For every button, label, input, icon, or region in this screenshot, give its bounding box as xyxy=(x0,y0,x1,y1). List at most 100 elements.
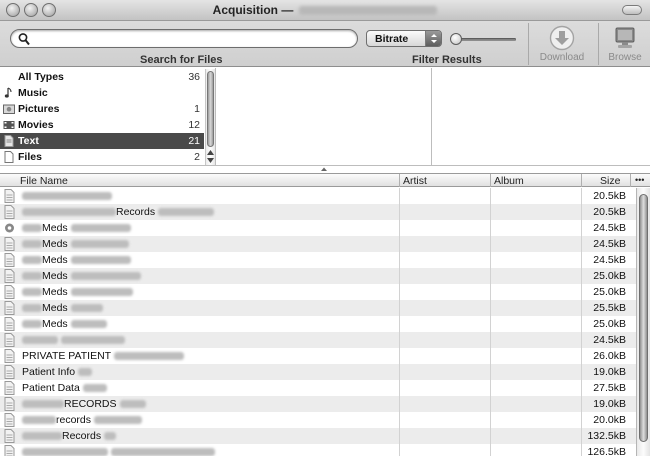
cell-divider xyxy=(490,380,491,396)
cell-divider xyxy=(581,220,582,236)
table-row[interactable]: Meds 25.0kB xyxy=(0,284,636,300)
table-row[interactable]: Patient Info 19.0kB xyxy=(0,364,636,380)
file-name-prefix: Patient Info xyxy=(22,366,76,378)
table-row[interactable]: Meds 24.5kB xyxy=(0,236,636,252)
type-row-files[interactable]: Files 2 xyxy=(0,149,204,165)
search-input[interactable] xyxy=(35,32,345,45)
table-row[interactable]: Meds 25.0kB xyxy=(0,268,636,284)
types-scrollbar[interactable] xyxy=(205,69,215,165)
table-row[interactable]: 24.5kB xyxy=(0,332,636,348)
cell-divider xyxy=(581,428,582,444)
cell-divider xyxy=(490,268,491,284)
text-document-icon xyxy=(4,301,15,315)
toolbar-toggle-button[interactable] xyxy=(622,5,642,15)
cell-divider xyxy=(399,428,400,444)
window-title: Acquisition — xyxy=(212,3,294,17)
splitter-up-arrow-icon[interactable] xyxy=(319,166,329,172)
title-bar: Acquisition — xyxy=(0,0,650,21)
type-label: Pictures xyxy=(18,103,60,115)
redacted-text xyxy=(22,400,64,409)
table-row[interactable]: Meds 25.0kB xyxy=(0,316,636,332)
filter-slider-knob[interactable] xyxy=(450,33,462,45)
file-size-cell: 20.5kB xyxy=(593,190,626,202)
column-header-file-name[interactable]: File Name xyxy=(20,175,68,187)
cell-divider xyxy=(581,444,582,456)
file-table-scrollbar[interactable] xyxy=(636,188,650,456)
table-row[interactable]: PRIVATE PATIENT 26.0kB xyxy=(0,348,636,364)
table-row[interactable]: Meds 24.5kB xyxy=(0,252,636,268)
column-divider[interactable] xyxy=(399,174,400,187)
file-table-scrollbar-thumb[interactable] xyxy=(639,194,648,442)
cell-divider xyxy=(490,348,491,364)
file-name-cell xyxy=(22,334,125,346)
file-name-cell: PRIVATE PATIENT xyxy=(22,350,185,362)
table-row[interactable]: Records 20.5kB xyxy=(0,204,636,220)
redacted-text xyxy=(111,448,215,456)
file-name-prefix: Patient Data xyxy=(22,382,80,394)
file-name-cell: Meds xyxy=(22,238,129,250)
more-columns-button[interactable]: ••• xyxy=(635,175,644,185)
film-icon xyxy=(3,121,15,129)
file-name-cell: Patient Info xyxy=(22,366,93,378)
filter-column-2 xyxy=(217,68,432,166)
cell-divider xyxy=(399,380,400,396)
table-row[interactable]: RECORDS 19.0kB xyxy=(0,396,636,412)
file-size-cell: 19.0kB xyxy=(593,366,626,378)
table-row[interactable]: Patient Data 27.5kB xyxy=(0,380,636,396)
scroll-down-arrow-icon[interactable] xyxy=(206,157,215,164)
table-row[interactable]: Meds 25.5kB xyxy=(0,300,636,316)
type-row-pictures[interactable]: Pictures 1 xyxy=(0,101,204,117)
column-divider[interactable] xyxy=(630,174,631,187)
text-document-icon xyxy=(4,397,15,411)
redacted-text xyxy=(94,416,143,425)
file-name-text: Meds xyxy=(42,270,68,282)
types-scrollbar-thumb[interactable] xyxy=(207,71,214,147)
cell-divider xyxy=(399,348,400,364)
table-row[interactable]: records 20.0kB xyxy=(0,412,636,428)
file-table-header: File Name Artist Album Size ••• xyxy=(0,173,650,187)
redacted-text xyxy=(22,208,116,217)
column-header-size[interactable]: Size xyxy=(600,175,620,187)
column-header-artist[interactable]: Artist xyxy=(403,175,427,187)
table-row[interactable]: Meds 24.5kB xyxy=(0,220,636,236)
cell-divider xyxy=(490,332,491,348)
file-size-cell: 132.5kB xyxy=(587,430,626,442)
file-icon xyxy=(4,151,14,163)
file-name-text: Meds xyxy=(42,254,68,266)
table-row[interactable]: 126.5kB xyxy=(0,444,636,456)
type-row-all-types[interactable]: All Types 36 xyxy=(0,69,204,85)
search-field[interactable] xyxy=(10,29,358,48)
column-header-album[interactable]: Album xyxy=(494,175,524,187)
select-arrows-icon xyxy=(425,31,441,46)
type-label: Text xyxy=(18,135,39,147)
download-label: Download xyxy=(539,52,585,63)
redacted-text xyxy=(114,352,185,361)
cell-divider xyxy=(581,412,582,428)
column-divider[interactable] xyxy=(490,174,491,187)
column-divider[interactable] xyxy=(581,174,582,187)
scroll-up-arrow-icon[interactable] xyxy=(206,149,215,156)
type-label: Files xyxy=(18,151,42,163)
table-row[interactable]: 20.5kB xyxy=(0,188,636,204)
browse-button[interactable]: Browse xyxy=(600,21,650,67)
download-button[interactable]: Download xyxy=(532,21,592,67)
cell-divider xyxy=(399,364,400,380)
redacted-text xyxy=(22,304,42,313)
type-row-text[interactable]: Text 21 xyxy=(0,133,204,149)
file-name-text: Meds xyxy=(42,238,68,250)
cell-divider xyxy=(581,364,582,380)
cell-divider xyxy=(399,412,400,428)
text-document-icon xyxy=(4,237,15,251)
type-row-music[interactable]: Music xyxy=(0,85,204,101)
cell-divider xyxy=(490,220,491,236)
type-row-movies[interactable]: Movies 12 xyxy=(0,117,204,133)
filter-slider-track[interactable] xyxy=(458,38,516,41)
file-size-cell: 26.0kB xyxy=(593,350,626,362)
computer-icon xyxy=(615,27,635,48)
text-document-icon xyxy=(4,381,15,395)
filter-attribute-select[interactable]: Bitrate xyxy=(366,30,442,47)
cell-divider xyxy=(490,236,491,252)
redacted-text xyxy=(22,272,42,281)
cell-divider xyxy=(399,252,400,268)
table-row[interactable]: Records 132.5kB xyxy=(0,428,636,444)
